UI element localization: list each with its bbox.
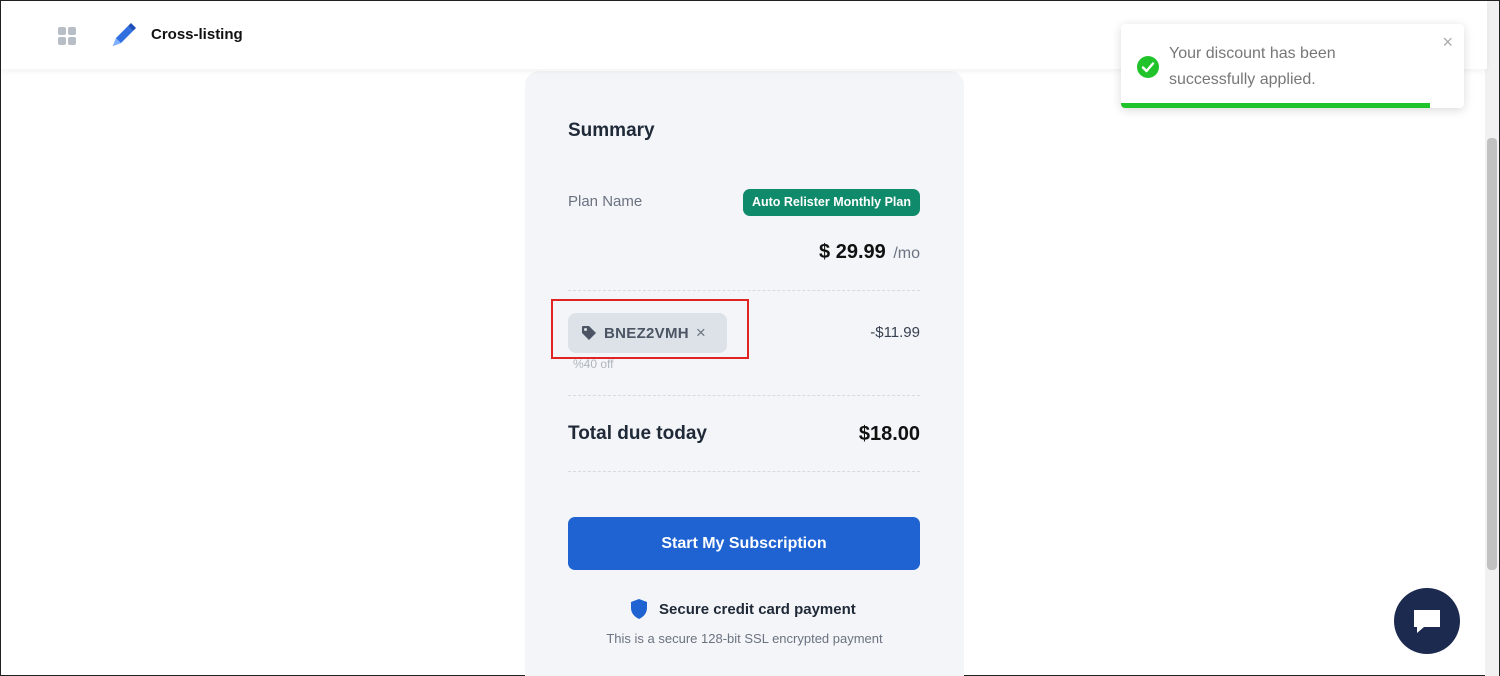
scrollbar-thumb[interactable] xyxy=(1487,138,1497,570)
plan-price: $ 29.99 /mo xyxy=(819,241,920,264)
apps-grid-icon[interactable] xyxy=(58,27,76,45)
toast-message: Your discount has been successfully appl… xyxy=(1169,45,1336,88)
chat-button[interactable] xyxy=(1394,588,1460,654)
price-period: /mo xyxy=(893,245,920,262)
total-value: $18.00 xyxy=(858,423,920,445)
coupon-chip: BNEZ2VMH × xyxy=(568,313,727,353)
divider xyxy=(568,395,920,396)
start-subscription-button[interactable]: Start My Subscription xyxy=(568,517,920,570)
total-label: Total due today xyxy=(568,423,707,444)
check-circle-icon xyxy=(1137,56,1159,78)
toast-progress-bar xyxy=(1121,103,1430,108)
secure-payment-title: Secure credit card payment xyxy=(659,600,856,618)
summary-title: Summary xyxy=(568,120,655,141)
price-amount: $ 29.99 xyxy=(819,241,886,263)
divider xyxy=(568,471,920,472)
close-icon[interactable]: × xyxy=(1442,32,1453,53)
coupon-code: BNEZ2VMH xyxy=(604,324,689,342)
plan-badge: Auto Relister Monthly Plan xyxy=(742,189,920,216)
summary-card: Summary Plan Name Auto Relister Monthly … xyxy=(525,71,964,676)
secure-payment-row: Secure credit card payment xyxy=(629,598,856,620)
brand-name[interactable]: Cross-listing xyxy=(151,26,243,43)
divider xyxy=(568,290,920,291)
discount-amount: -$11.99 xyxy=(870,324,920,341)
plan-name-label: Plan Name xyxy=(568,193,643,210)
pencil-logo-icon xyxy=(113,23,136,46)
shield-icon xyxy=(631,599,647,619)
chat-bubble-icon xyxy=(1414,610,1440,633)
remove-coupon-icon[interactable]: × xyxy=(696,323,706,343)
coupon-discount-note: %40 off xyxy=(573,357,614,371)
success-toast: Your discount has been successfully appl… xyxy=(1121,24,1464,108)
vertical-scrollbar[interactable] xyxy=(1485,1,1499,676)
tag-icon xyxy=(582,326,596,340)
secure-payment-subtitle: This is a secure 128-bit SSL encrypted p… xyxy=(606,631,883,646)
